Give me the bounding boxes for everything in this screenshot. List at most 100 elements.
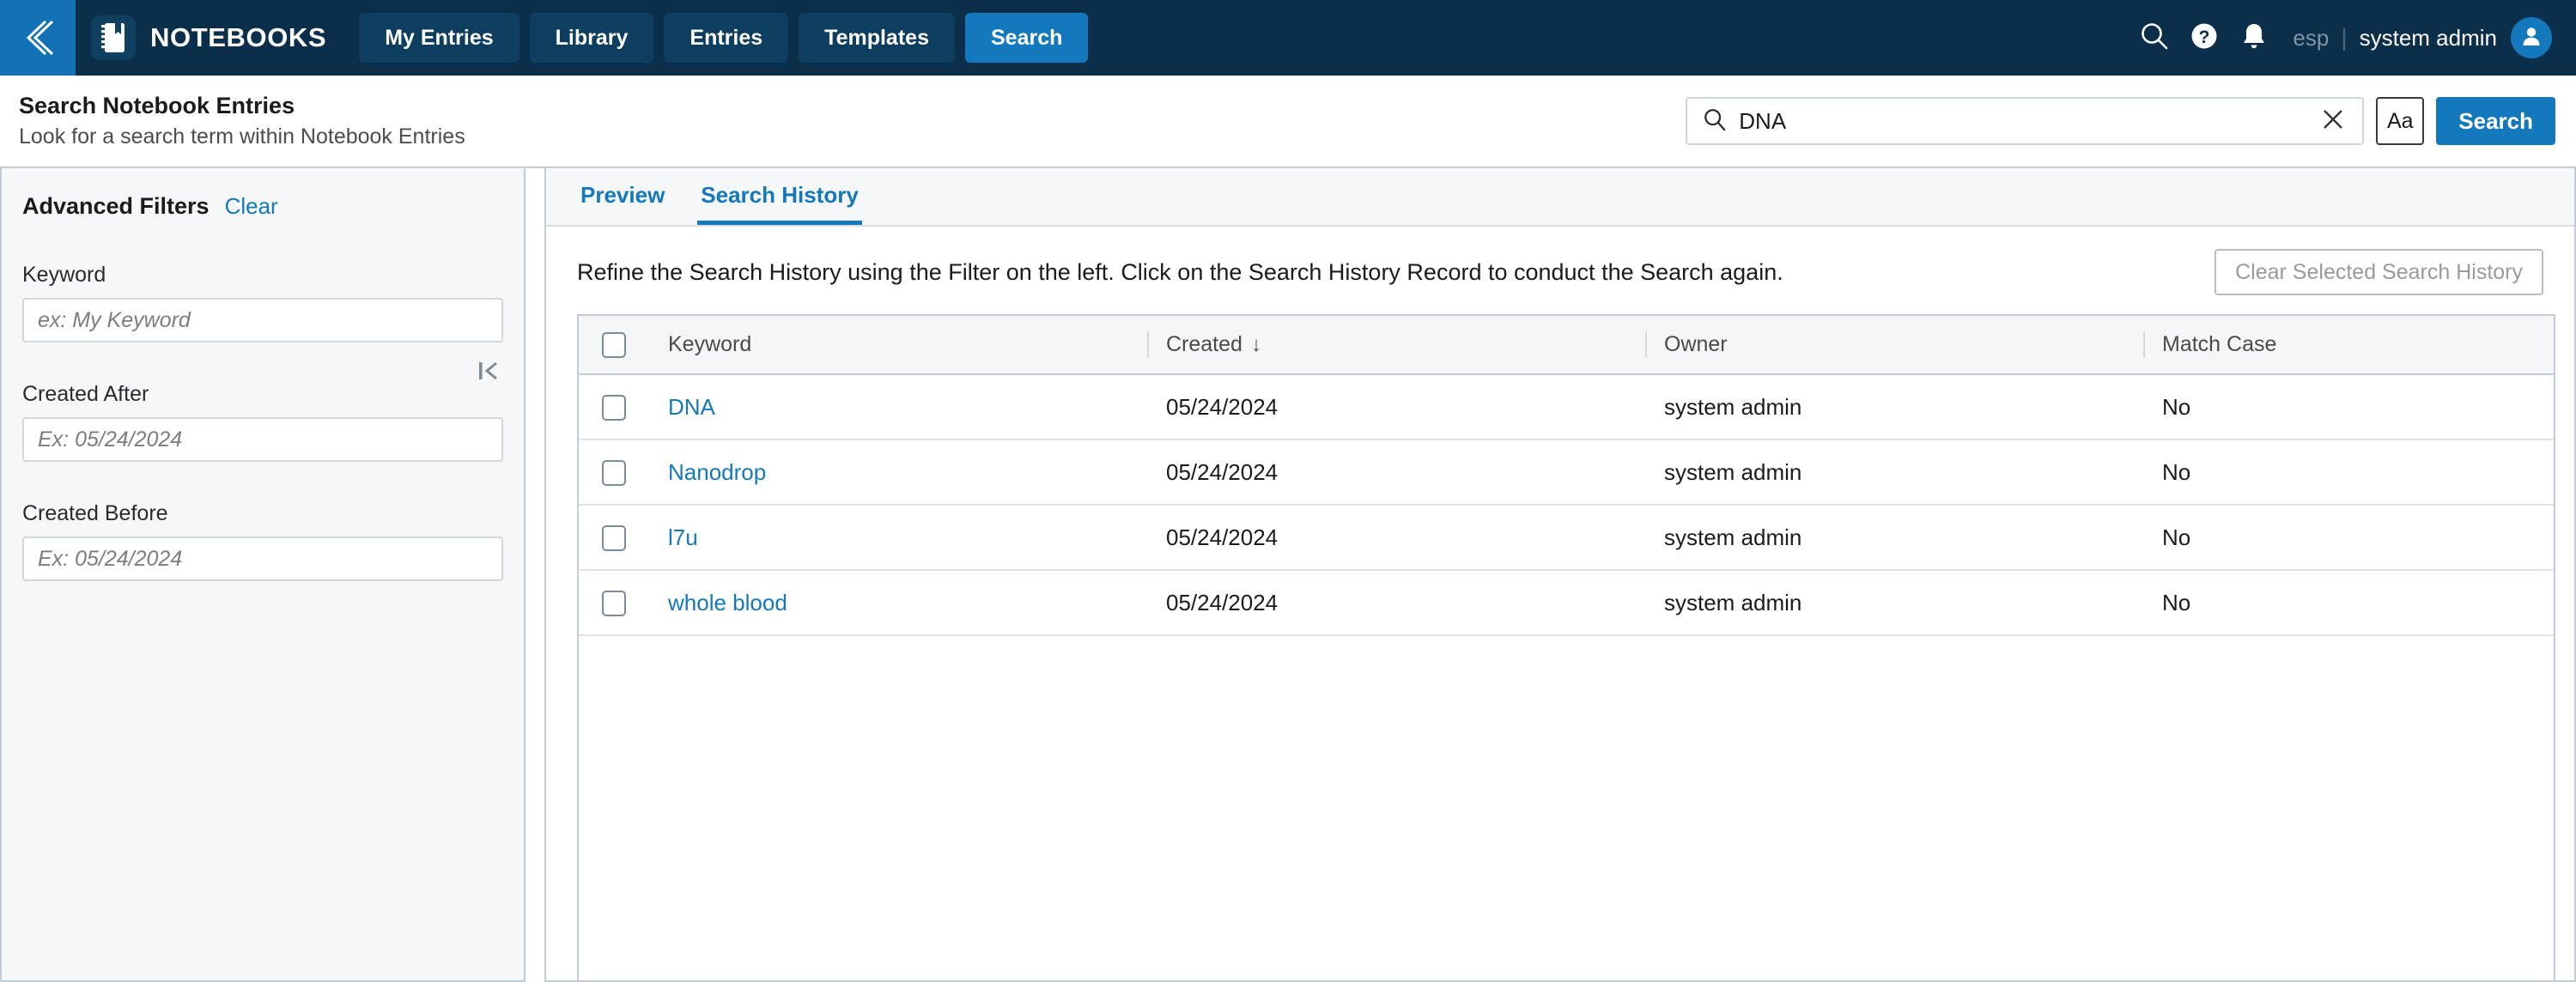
filter-label-keyword: Keyword	[22, 263, 106, 287]
row-checkbox[interactable]	[602, 591, 626, 617]
created-after-filter-input[interactable]	[22, 417, 503, 462]
instruction-row: Refine the Search History using the Filt…	[546, 227, 2574, 314]
brand[interactable]: NOTEBOOKS	[91, 15, 326, 60]
search-icon	[1703, 107, 1727, 136]
cell-match-case: No	[2143, 439, 2554, 506]
cell-created: 05/24/2024	[1147, 570, 1645, 636]
table-row[interactable]: DNA 05/24/2024 system admin No	[579, 374, 2554, 440]
keyword-link[interactable]: l7u	[668, 524, 698, 550]
cell-owner: system admin	[1645, 439, 2143, 506]
tab-search-history[interactable]: Search History	[697, 182, 862, 225]
column-header-created[interactable]: Created ↓	[1147, 316, 1645, 375]
cell-match-case: No	[2143, 505, 2554, 571]
keyword-filter-input[interactable]	[22, 298, 503, 342]
global-search-button[interactable]	[2129, 13, 2179, 63]
advanced-filters-title: Advanced Filters	[22, 192, 210, 219]
row-select-cell	[579, 374, 649, 440]
cell-keyword: Nanodrop	[649, 439, 1147, 506]
row-checkbox[interactable]	[602, 395, 626, 421]
column-header-keyword[interactable]: Keyword	[649, 316, 1147, 375]
help-icon: ?	[2190, 21, 2219, 55]
row-checkbox[interactable]	[602, 525, 626, 552]
cell-owner: system admin	[1645, 374, 2143, 440]
search-input[interactable]	[1739, 107, 2317, 135]
filter-label-created-before: Created Before	[22, 501, 168, 525]
user-name-label: system admin	[2359, 24, 2497, 51]
created-before-filter-input[interactable]	[22, 536, 503, 581]
column-header-created-label: Created	[1166, 332, 1242, 356]
language-label: esp	[2293, 24, 2330, 51]
main-content-panel: Preview Search History Refine the Search…	[544, 168, 2576, 982]
page-subtitle: Look for a search term within Notebook E…	[19, 124, 465, 149]
user-avatar-icon	[2519, 24, 2543, 52]
table-body: DNA 05/24/2024 system admin No Nanodrop	[579, 374, 2554, 636]
select-all-checkbox[interactable]	[602, 331, 626, 358]
search-history-table-wrapper: Keyword Created ↓ Owner Match Case DNA 0…	[577, 314, 2555, 980]
nav-tab-templates[interactable]: Templates	[799, 13, 955, 63]
top-navigation-bar: NOTEBOOKS My Entries Library Entries Tem…	[0, 0, 2576, 76]
search-box[interactable]	[1686, 97, 2365, 145]
collapse-sidebar-button[interactable]	[477, 359, 500, 387]
page-header: Search Notebook Entries Look for a searc…	[0, 76, 2576, 168]
tab-preview[interactable]: Preview	[577, 182, 668, 225]
cell-keyword: DNA	[649, 374, 1147, 440]
table-head: Keyword Created ↓ Owner Match Case	[579, 316, 2554, 375]
cell-keyword: l7u	[649, 505, 1147, 571]
table-row[interactable]: whole blood 05/24/2024 system admin No	[579, 570, 2554, 636]
notebook-icon	[91, 15, 136, 60]
cell-match-case: No	[2143, 374, 2554, 440]
avatar[interactable]	[2511, 17, 2552, 58]
match-case-toggle[interactable]: Aa	[2376, 97, 2425, 145]
clear-filters-link[interactable]: Clear	[225, 193, 278, 220]
notifications-bell-icon	[2240, 21, 2268, 55]
column-header-owner-label: Owner	[1664, 332, 1728, 356]
language-switcher[interactable]: esp |	[2293, 24, 2359, 52]
sort-descending-icon: ↓	[1250, 333, 1261, 356]
keyword-link[interactable]: whole blood	[668, 590, 787, 615]
close-x-icon	[2321, 107, 2345, 136]
nav-tab-my-entries[interactable]: My Entries	[359, 13, 519, 63]
primary-nav: My Entries Library Entries Templates Sea…	[359, 13, 1089, 63]
row-checkbox[interactable]	[602, 460, 626, 487]
column-header-match-case[interactable]: Match Case	[2143, 316, 2554, 375]
select-all-header	[579, 316, 649, 375]
search-submit-button[interactable]: Search	[2436, 97, 2555, 145]
table-header-row: Keyword Created ↓ Owner Match Case	[579, 316, 2554, 375]
clear-selected-search-history-button[interactable]: Clear Selected Search History	[2215, 249, 2543, 295]
cell-created: 05/24/2024	[1147, 374, 1645, 440]
search-controls: Aa Search	[1686, 97, 2555, 145]
help-button[interactable]: ?	[2179, 13, 2229, 63]
advanced-filters-header: Advanced Filters Clear	[22, 189, 503, 223]
column-header-match-case-label: Match Case	[2162, 332, 2277, 356]
row-select-cell	[579, 439, 649, 506]
row-select-cell	[579, 505, 649, 571]
search-history-table: Keyword Created ↓ Owner Match Case DNA 0…	[579, 316, 2554, 636]
keyword-link[interactable]: DNA	[668, 394, 715, 420]
keyword-link[interactable]: Nanodrop	[668, 459, 766, 485]
notifications-button[interactable]	[2229, 13, 2279, 63]
cell-match-case: No	[2143, 570, 2554, 636]
nav-tab-library[interactable]: Library	[529, 13, 654, 63]
nav-tab-entries[interactable]: Entries	[664, 13, 789, 63]
nav-tab-search[interactable]: Search	[964, 13, 1089, 63]
cell-keyword: whole blood	[649, 570, 1147, 636]
collapse-panel-left-icon	[477, 361, 500, 386]
table-empty-area	[579, 636, 2554, 980]
topbar-right-cluster: ? esp | system admin	[2129, 13, 2576, 63]
filter-field-keyword: Keyword	[22, 263, 503, 342]
back-button[interactable]	[0, 0, 76, 76]
table-row[interactable]: Nanodrop 05/24/2024 system admin No	[579, 439, 2554, 506]
clear-search-button[interactable]	[2316, 107, 2350, 136]
body-wrapper: Advanced Filters Clear Keyword Created A…	[0, 168, 2576, 982]
cell-created: 05/24/2024	[1147, 439, 1645, 506]
panel-gutter	[526, 168, 544, 982]
filter-field-created-after: Created After	[22, 382, 503, 462]
chevron-double-left-icon	[20, 18, 56, 58]
table-row[interactable]: l7u 05/24/2024 system admin No	[579, 505, 2554, 571]
advanced-filters-sidebar: Advanced Filters Clear Keyword Created A…	[0, 168, 526, 982]
cell-owner: system admin	[1645, 570, 2143, 636]
column-header-owner[interactable]: Owner	[1645, 316, 2143, 375]
page-title: Search Notebook Entries	[19, 92, 295, 118]
search-icon	[2140, 21, 2169, 55]
filter-field-created-before: Created Before	[22, 501, 503, 581]
